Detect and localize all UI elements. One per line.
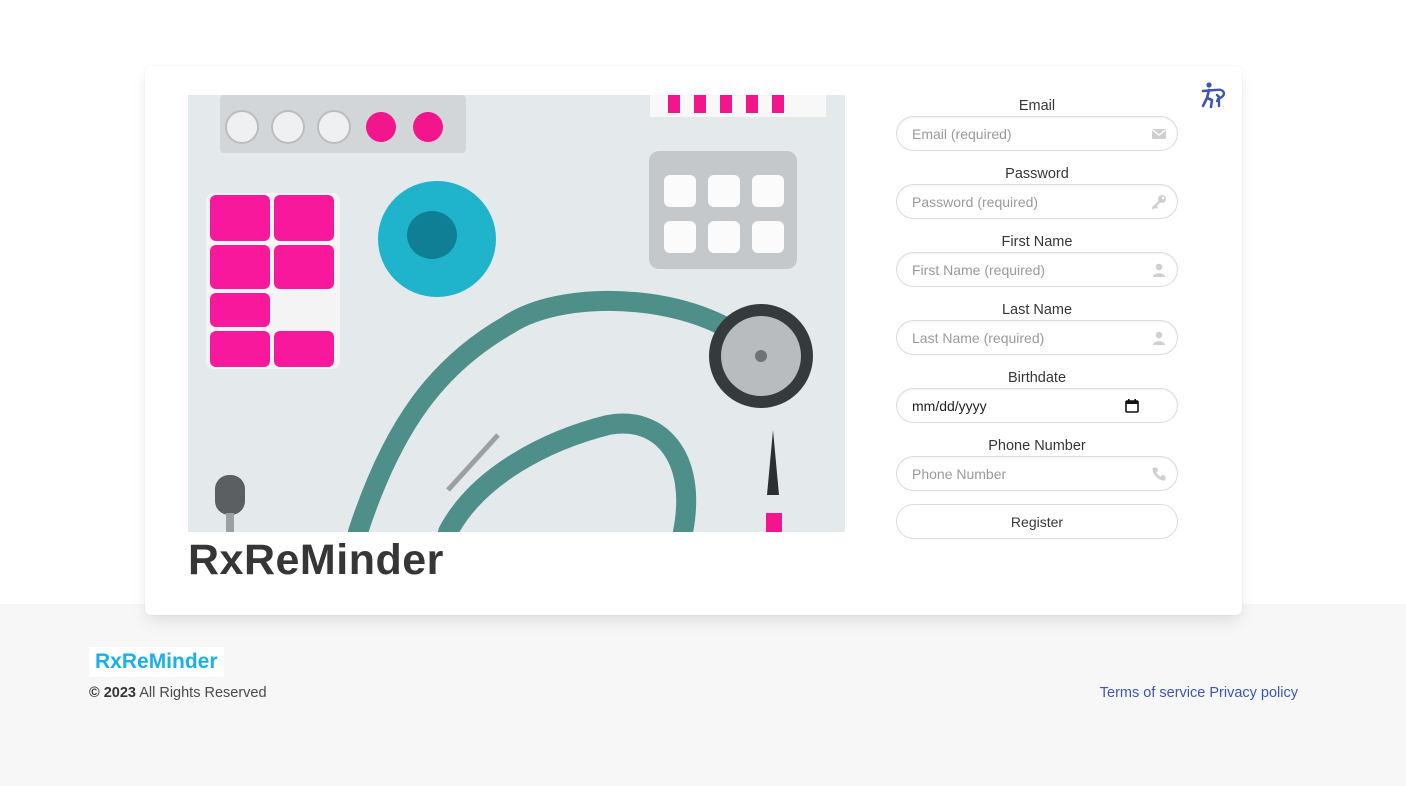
- last-name-field-group: Last Name Last Name (required): [896, 300, 1178, 355]
- phone-input[interactable]: Phone Number: [896, 456, 1178, 491]
- footer-links: Terms of service Privacy policy: [1100, 685, 1298, 701]
- envelope-icon: [1152, 129, 1166, 139]
- email-placeholder: Email (required): [912, 125, 1012, 142]
- register-button-label: Register: [1010, 513, 1064, 530]
- registration-form: Email Email (required) Password Password…: [896, 96, 1178, 539]
- phone-placeholder: Phone Number: [912, 465, 1007, 482]
- hero-image: [188, 95, 845, 532]
- accessibility-icon[interactable]: [1198, 81, 1228, 111]
- email-input[interactable]: Email (required): [896, 116, 1178, 151]
- email-label: Email: [1018, 98, 1056, 114]
- key-icon: [1151, 195, 1166, 210]
- birthdate-value: mm/dd/yyyy: [912, 397, 987, 414]
- copyright-text: All Rights Reserved: [139, 685, 267, 701]
- first-name-input[interactable]: First Name (required): [896, 252, 1178, 287]
- email-field-group: Email Email (required): [896, 96, 1178, 151]
- phone-field-group: Phone Number Phone Number: [896, 436, 1178, 491]
- user-icon: [1153, 263, 1165, 277]
- first-name-label: First Name: [1001, 234, 1073, 250]
- app-title: RxReMinder: [188, 536, 444, 584]
- copyright: © 2023 All Rights Reserved: [89, 685, 267, 701]
- copyright-year: 2023: [103, 685, 136, 701]
- last-name-label: Last Name: [1001, 302, 1073, 318]
- password-field-group: Password Password (required): [896, 164, 1178, 219]
- last-name-input[interactable]: Last Name (required): [896, 320, 1178, 355]
- calendar-icon[interactable]: [1125, 399, 1139, 413]
- terms-of-service-link[interactable]: Terms of service: [1100, 685, 1206, 701]
- footer-logo[interactable]: RxReMinder: [89, 647, 224, 677]
- phone-label: Phone Number: [988, 438, 1086, 454]
- register-button[interactable]: Register: [896, 504, 1178, 539]
- last-name-placeholder: Last Name (required): [912, 329, 1045, 346]
- privacy-policy-link[interactable]: Privacy policy: [1209, 685, 1298, 701]
- first-name-field-group: First Name First Name (required): [896, 232, 1178, 287]
- copyright-symbol: ©: [89, 685, 100, 701]
- phone-icon: [1152, 467, 1166, 481]
- password-input[interactable]: Password (required): [896, 184, 1178, 219]
- first-name-placeholder: First Name (required): [912, 261, 1046, 278]
- password-placeholder: Password (required): [912, 193, 1039, 210]
- password-label: Password: [1005, 166, 1069, 182]
- birthdate-label: Birthdate: [1007, 370, 1067, 386]
- register-card: RxReMinder Email Email (required) Passwo…: [145, 66, 1242, 615]
- birthdate-field-group: Birthdate mm/dd/yyyy: [896, 368, 1178, 423]
- user-icon: [1153, 331, 1165, 345]
